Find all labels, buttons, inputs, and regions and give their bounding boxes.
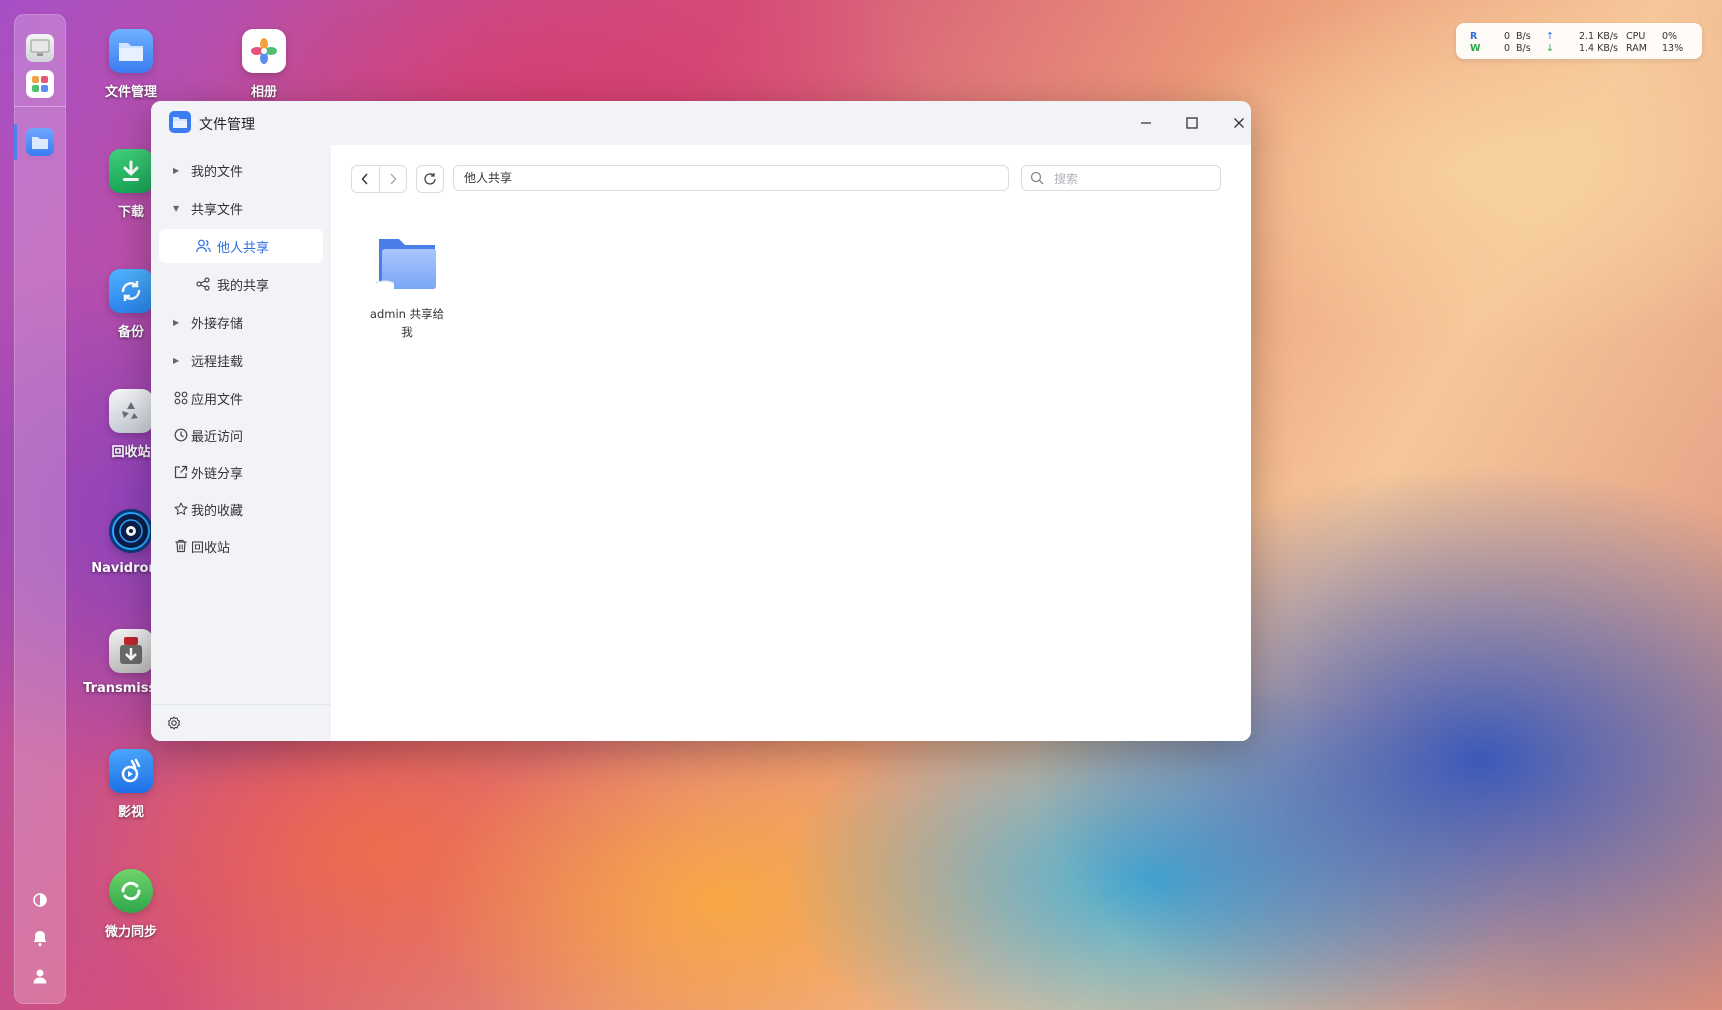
desktop-photos[interactable]: 相册 xyxy=(214,29,314,100)
sidebar-item-shared-files[interactable]: ▼ 共享文件 xyxy=(159,191,323,225)
caret-right-icon: ▶ xyxy=(173,317,180,327)
file-manager-window: 文件管理 ▶ 我的文件 ▼ 共享文件 他人共享 我的共享 ▶ 外接存储 ▶ 远程… xyxy=(151,101,1251,741)
cpu-value: 0% xyxy=(1662,30,1678,42)
clock-icon xyxy=(173,427,189,443)
sidebar-item-label: 外链分享 xyxy=(191,466,244,482)
path-bar[interactable]: 他人共享 xyxy=(453,165,1009,191)
desktop-file-manager[interactable]: 文件管理 xyxy=(81,29,181,100)
read-value: 0 xyxy=(1503,30,1510,42)
star-icon xyxy=(173,501,189,517)
left-dock xyxy=(14,14,66,1004)
desktop-icon[interactable] xyxy=(26,34,54,62)
upload-arrow-icon: ↑ xyxy=(1546,30,1554,42)
chevron-right-icon xyxy=(390,173,397,185)
history-nav xyxy=(351,165,407,193)
search-box[interactable] xyxy=(1021,165,1221,192)
caret-down-icon: ▼ xyxy=(173,203,180,213)
bell-icon[interactable] xyxy=(32,930,48,946)
sidebar-item-link-share[interactable]: 外链分享 xyxy=(159,455,323,489)
recycle-icon xyxy=(109,389,153,433)
photos-icon xyxy=(242,29,286,73)
desktop-icon-label: 微力同步 xyxy=(104,925,157,940)
sidebar-item-label: 远程挂载 xyxy=(191,354,244,370)
video-icon xyxy=(109,749,153,793)
sidebar-item-my-shares[interactable]: 我的共享 xyxy=(159,267,323,301)
trash-icon xyxy=(173,538,189,554)
window-title: 文件管理 xyxy=(199,117,255,133)
back-button[interactable] xyxy=(352,166,379,192)
sidebar-item-label: 回收站 xyxy=(191,540,231,556)
apps-grid-icon xyxy=(173,390,189,406)
folder-icon xyxy=(109,29,153,73)
external-share-icon xyxy=(173,464,189,480)
maximize-button[interactable] xyxy=(1180,111,1204,135)
sidebar-item-label: 外接存储 xyxy=(191,316,244,332)
sync-icon xyxy=(109,269,153,313)
cpu-label: CPU xyxy=(1626,30,1646,42)
verysync-icon xyxy=(109,869,153,913)
ram-label: RAM xyxy=(1626,42,1647,54)
ram-value: 13% xyxy=(1662,42,1684,54)
active-indicator xyxy=(14,124,17,160)
close-button[interactable] xyxy=(1227,111,1251,135)
search-icon xyxy=(1030,171,1044,185)
write-label: W xyxy=(1470,42,1481,54)
sidebar-item-label: 应用文件 xyxy=(191,392,244,408)
sidebar-footer xyxy=(151,704,331,741)
desktop-icon-label: 相册 xyxy=(250,85,277,100)
app-folder-icon xyxy=(169,111,191,133)
write-value: 0 xyxy=(1503,42,1510,54)
desktop-icon-label: 文件管理 xyxy=(104,85,157,100)
sidebar-item-shared-with-me[interactable]: 他人共享 xyxy=(159,229,323,263)
file-name: admin 共享给我 xyxy=(369,307,445,339)
file-manager-dock-icon[interactable] xyxy=(26,128,54,156)
refresh-button[interactable] xyxy=(416,165,444,193)
sidebar-item-favorites[interactable]: 我的收藏 xyxy=(159,492,323,526)
sidebar-item-remote-mount[interactable]: ▶ 远程挂载 xyxy=(159,343,323,377)
user-icon[interactable] xyxy=(32,968,48,984)
sidebar: ▶ 我的文件 ▼ 共享文件 他人共享 我的共享 ▶ 外接存储 ▶ 远程挂载 应用… xyxy=(151,145,331,741)
sidebar-item-my-files[interactable]: ▶ 我的文件 xyxy=(159,153,323,187)
sidebar-item-label: 我的收藏 xyxy=(191,503,244,519)
sidebar-item-label: 我的共享 xyxy=(217,278,270,294)
forward-button[interactable] xyxy=(378,166,407,192)
sidebar-item-label: 最近访问 xyxy=(191,429,244,445)
read-label: R xyxy=(1470,30,1478,42)
sidebar-item-recycle-bin[interactable]: 回收站 xyxy=(159,529,323,563)
upload-value: 2.1 KB/s xyxy=(1578,30,1618,42)
read-unit: B/s xyxy=(1516,30,1531,42)
sidebar-item-recent[interactable]: 最近访问 xyxy=(159,418,323,452)
theme-icon[interactable] xyxy=(32,892,48,908)
app-center-icon[interactable] xyxy=(26,70,54,98)
download-value: 1.4 KB/s xyxy=(1578,42,1618,54)
sidebar-item-app-files[interactable]: 应用文件 xyxy=(159,381,323,415)
sidebar-item-external-storage[interactable]: ▶ 外接存储 xyxy=(159,305,323,339)
chevron-left-icon xyxy=(361,173,368,185)
refresh-icon xyxy=(424,173,436,185)
resource-monitor: R 0 B/s ↑ 2.1 KB/s CPU 0% W 0 B/s ↓ 1.4 … xyxy=(1456,23,1702,59)
shared-folder-icon xyxy=(367,233,447,299)
settings-gear-icon[interactable] xyxy=(167,716,181,730)
desktop-verysync[interactable]: 微力同步 xyxy=(81,869,181,940)
caret-right-icon: ▶ xyxy=(173,355,180,365)
write-unit: B/s xyxy=(1516,42,1531,54)
share-icon xyxy=(195,276,211,292)
sidebar-item-label: 共享文件 xyxy=(191,202,244,218)
caret-right-icon: ▶ xyxy=(173,165,180,175)
minimize-button[interactable] xyxy=(1134,111,1158,135)
desktop-video[interactable]: 影视 xyxy=(81,749,181,820)
vinyl-icon xyxy=(109,509,153,553)
sidebar-item-label: 我的文件 xyxy=(191,164,244,180)
file-item[interactable]: admin 共享给我 xyxy=(367,233,447,341)
search-input[interactable] xyxy=(1052,166,1216,192)
transmission-icon xyxy=(109,629,153,673)
download-arrow-icon: ↓ xyxy=(1546,42,1554,54)
desktop-icon-label: 影视 xyxy=(117,805,144,820)
title-bar[interactable]: 文件管理 xyxy=(151,101,1251,145)
users-icon xyxy=(195,238,211,254)
main-content: 他人共享 admin 共享给我 xyxy=(331,145,1251,741)
sidebar-item-label: 他人共享 xyxy=(217,240,270,256)
download-icon xyxy=(109,149,153,193)
